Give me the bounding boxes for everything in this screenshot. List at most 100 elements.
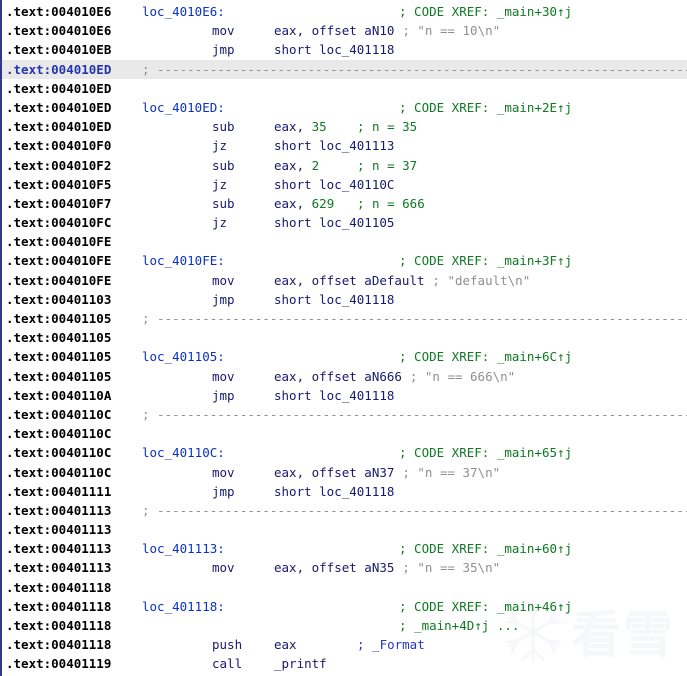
instruction-mnemonic[interactable]: jz [212,175,227,194]
instruction-operands[interactable]: eax, 2 [274,156,319,175]
disassembly-line[interactable]: .text:004010FE [2,232,687,251]
instruction-mnemonic[interactable]: sub [212,117,235,136]
xref-comment: ; n = 35 [357,119,418,135]
instruction-operands[interactable]: short loc_401105 [274,213,394,232]
disassembly-line[interactable]: .text:00401118 push eax ; _Format [2,635,687,654]
string-comment: ; "n == 666\n" [409,368,516,384]
instruction-mnemonic[interactable]: sub [212,156,235,175]
line-address: .text:00401103 [6,291,112,307]
disassembly-line[interactable]: .text:00401118 [2,578,687,597]
disassembly-line[interactable]: .text:004010FE mov eax, offset aDefault ; "… [2,271,687,290]
code-label[interactable]: loc_401105: [142,347,225,366]
disassembly-line[interactable]: .text:00401113 ; ------------------------… [2,501,687,520]
disassembly-line[interactable]: .text:004010ED ; ------------------------… [2,59,687,79]
operand-text: short loc_401105 [274,215,395,231]
operand-text: short loc_401113 [274,138,395,154]
disassembly-line[interactable]: .text:004010ED sub eax, 35 ; n = 35 [2,117,687,136]
disassembly-line[interactable]: .text:004010ED [2,79,687,98]
instruction-mnemonic[interactable]: jz [212,213,227,232]
instruction-operands[interactable]: _printf [274,654,327,673]
code-label[interactable]: loc_401118: [142,597,225,616]
disassembly-line[interactable]: .text:00401111 jmp short loc_401118 [2,482,687,501]
disassembly-line[interactable]: .text:004010ED loc_4010ED: ; CODE XREF: _m… [2,98,687,117]
disassembly-line[interactable]: .text:00401105 mov eax, offset aN666 ; "n =… [2,367,687,386]
numeric-operand[interactable]: 629 [312,196,335,211]
instruction-operands[interactable]: eax, offset aN10 [274,21,394,40]
code-label[interactable]: loc_4010E6: [142,2,225,21]
disassembly-line[interactable]: .text:004010F5 jz short loc_40110C [2,175,687,194]
code-label[interactable]: loc_4010ED: [142,98,225,117]
line-address: .text:00401111 [6,483,112,499]
code-label[interactable]: loc_401113: [142,539,225,558]
instruction-mnemonic[interactable]: mov [212,463,235,482]
disassembly-line[interactable]: .text:0040110A jmp short loc_401118 [2,386,687,405]
disassembly-line[interactable]: .text:004010FC jz short loc_401105 [2,213,687,232]
line-address: .text:00401105 [6,368,112,384]
instruction-mnemonic[interactable]: jmp [212,482,235,501]
instruction-mnemonic[interactable]: jz [212,136,227,155]
disassembly-line[interactable]: .text:00401118 ; _main+4D↑j ... [2,616,687,635]
instruction-mnemonic[interactable]: push [212,635,242,654]
disassembly-line[interactable]: .text:0040110C ; ------------------------… [2,405,687,424]
disassembly-line[interactable]: .text:00401119 call _printf [2,654,687,673]
disassembly-line[interactable]: .text:00401103 jmp short loc_401118 [2,290,687,309]
disassembly-line[interactable]: .text:004010FE loc_4010FE: ; CODE XREF: _m… [2,251,687,270]
disassembly-line[interactable]: .text:004010E6 mov eax, offset aN10 ; "n ==… [2,21,687,40]
disassembly-line[interactable]: .text:004010EB jmp short loc_401118 [2,40,687,59]
instruction-operands[interactable]: eax, offset aN35 [274,558,394,577]
numeric-operand[interactable]: 2 [312,158,320,173]
disassembly-line[interactable]: .text:00401105 [2,328,687,347]
xref-comment: ; CODE XREF: _main+60↑j [399,541,573,557]
instruction-operands[interactable]: short loc_401118 [274,482,394,501]
disassembly-line[interactable]: .text:004010E6 loc_4010E6: ; CODE XREF: _m… [2,2,687,21]
instruction-mnemonic[interactable]: jmp [212,290,235,309]
operand-text: short loc_401118 [274,42,395,58]
numeric-operand[interactable]: 35 [312,119,327,134]
instruction-mnemonic[interactable]: sub [212,194,235,213]
disassembly-line[interactable]: .text:00401113 [2,520,687,539]
instruction-operands[interactable]: eax, offset aDefault [274,271,425,290]
instruction-operands[interactable]: short loc_401118 [274,386,394,405]
disassembly-line[interactable]: .text:00401105 ; ------------------------… [2,309,687,328]
line-address: .text:004010FE [6,272,112,288]
line-address: .text:004010ED [6,119,112,135]
disassembly-line[interactable]: .text:0040110C mov eax, offset aN37 ; "n ==… [2,463,687,482]
instruction-mnemonic[interactable]: mov [212,21,235,40]
instruction-operands[interactable]: eax, offset aN666 [274,367,402,386]
line-address: .text:0040110C [6,445,112,461]
separator-comment: ; --------------------------------------… [142,311,687,326]
disassembly-listing[interactable]: .text:004010E6 loc_4010E6: ; CODE XREF: _m… [2,0,687,676]
instruction-mnemonic[interactable]: jmp [212,40,235,59]
disassembly-line[interactable]: .text:00401113 mov eax, offset aN35 ; "n ==… [2,558,687,577]
instruction-operands[interactable]: short loc_40110C [274,175,394,194]
instruction-operands[interactable]: eax [274,635,297,654]
code-label[interactable]: loc_40110C: [142,443,225,462]
instruction-operands[interactable]: eax, offset aN37 [274,463,394,482]
xref-comment: ; CODE XREF: _main+3F↑j [399,253,573,269]
disassembly-line[interactable]: .text:004010F2 sub eax, 2 ; n = 37 [2,156,687,175]
line-address: .text:00401113 [6,522,112,538]
disassembly-line[interactable]: .text:00401105 loc_401105: ; CODE XREF: _m… [2,347,687,366]
disassembly-line[interactable]: .text:00401118 loc_401118: ; CODE XREF: _m… [2,597,687,616]
instruction-operands[interactable]: short loc_401113 [274,136,394,155]
instruction-mnemonic[interactable]: jmp [212,386,235,405]
line-address: .text:004010ED [6,80,112,96]
instruction-mnemonic[interactable]: mov [212,367,235,386]
instruction-operands[interactable]: short loc_401118 [274,290,394,309]
instruction-operands[interactable]: eax, 35 [274,117,327,136]
disassembly-line[interactable]: .text:0040110C [2,424,687,443]
instruction-mnemonic[interactable]: call [212,654,242,673]
disassembly-line[interactable]: .text:004010F7 sub eax, 629 ; n = 666 [2,194,687,213]
disassembly-line[interactable]: .text:004010F0 jz short loc_401113 [2,136,687,155]
code-label[interactable]: loc_4010FE: [142,251,225,270]
instruction-mnemonic[interactable]: mov [212,558,235,577]
disassembly-line[interactable]: .text:00401113 loc_401113: ; CODE XREF: _m… [2,539,687,558]
operand-text: short loc_401118 [274,483,395,499]
line-address: .text:004010E6 [6,23,112,39]
instruction-mnemonic[interactable]: mov [212,271,235,290]
operand-text: eax, [274,119,312,135]
disassembly-view[interactable]: .text:004010E6 loc_4010E6: ; CODE XREF: _m… [0,0,687,676]
instruction-operands[interactable]: short loc_401118 [274,40,394,59]
disassembly-line[interactable]: .text:0040110C loc_40110C: ; CODE XREF: _m… [2,443,687,462]
instruction-operands[interactable]: eax, 629 [274,194,334,213]
